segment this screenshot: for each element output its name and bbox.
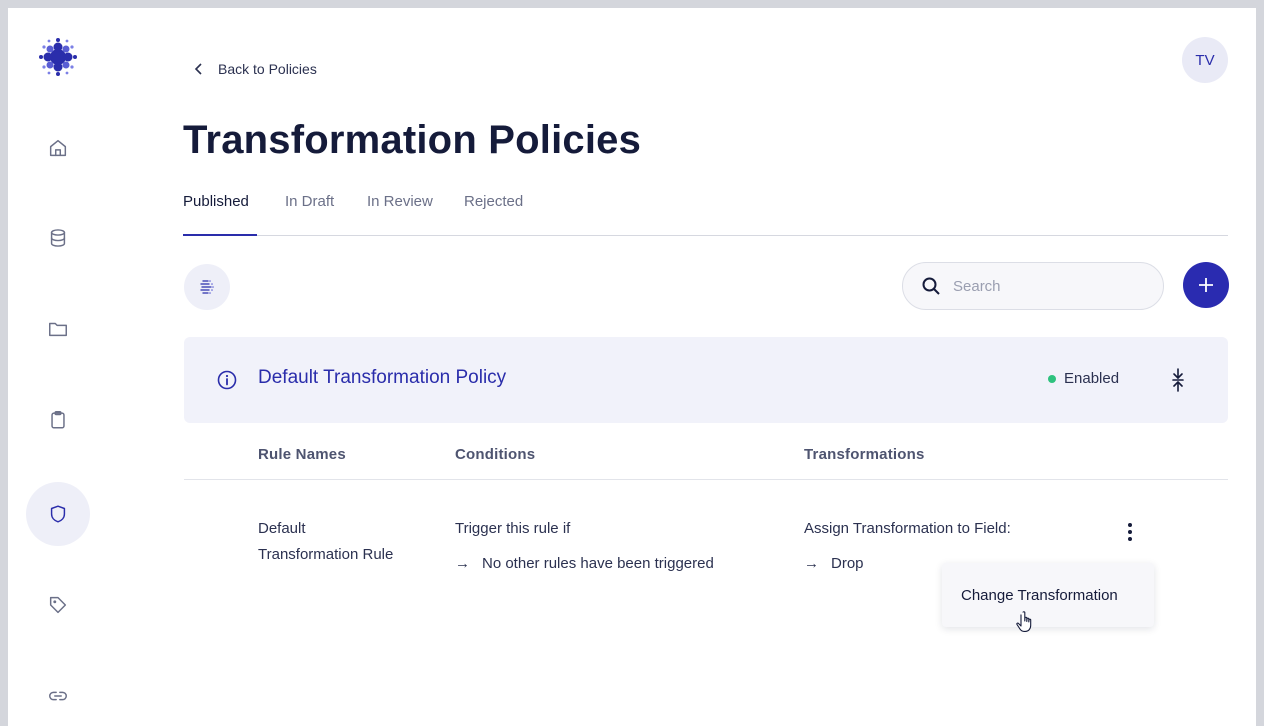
collapse-icon[interactable] [1168,367,1188,393]
folder-icon [49,322,67,337]
sidebar-item-folder[interactable] [26,297,90,361]
plus-icon [1199,278,1213,292]
hand-cursor-icon [1016,611,1032,632]
filter-icon [200,280,214,294]
clipboard-icon [51,411,65,429]
transformation-text: Drop [831,555,864,572]
sidebar-item-home[interactable] [26,116,90,180]
status-badge: Enabled [1048,370,1119,387]
condition-cell: Trigger this rule if → No other rules hav… [455,516,714,577]
status-dot [1048,374,1056,383]
tab-in-draft[interactable]: In Draft [285,192,334,235]
arrow-right-icon: → [804,555,819,572]
search-icon [922,277,940,295]
sidebar-item-policies[interactable] [26,482,90,546]
column-header-transformations: Transformations [804,446,925,463]
status-label: Enabled [1064,370,1120,387]
home-icon [49,139,67,157]
rule-name-line: Transformation Rule [258,546,394,563]
rule-name-cell: Default Transformation Rule [258,516,393,568]
sidebar-item-tags[interactable] [26,573,90,637]
tab-in-review[interactable]: In Review [367,192,433,235]
tab-published[interactable]: Published [183,192,257,236]
tab-rejected[interactable]: Rejected [464,192,523,235]
logo-icon [39,38,77,76]
sidebar [8,8,110,726]
sidebar-item-database[interactable] [26,206,90,270]
transformation-intro: Assign Transformation to Field: [804,520,1011,537]
more-options-icon[interactable] [1122,520,1138,544]
condition-intro: Trigger this rule if [455,520,571,537]
search-box[interactable] [902,262,1164,310]
page-title: Transformation Policies [183,118,642,162]
arrow-right-icon: → [455,555,470,572]
back-link-label: Back to Policies [218,61,317,77]
rule-name-line: Default [258,520,306,537]
link-icon [49,691,67,701]
sidebar-item-links[interactable] [26,664,90,726]
policy-card: Default Transformation Policy Enabled [184,337,1228,423]
sidebar-item-clipboard[interactable] [26,388,90,452]
app-window: Back to Policies TV Transformation Polic… [8,8,1256,726]
column-header-rule-names: Rule Names [258,446,346,463]
chevron-left-icon [194,63,202,75]
context-menu: Change Transformation [942,563,1154,627]
shield-icon [50,505,66,523]
filter-button[interactable] [184,264,230,310]
policy-name[interactable]: Default Transformation Policy [258,367,506,389]
table-header: Rule Names Conditions Transformations [184,432,1228,480]
condition-item: → No other rules have been triggered [455,551,714,577]
search-input[interactable] [953,277,1133,295]
menu-item-change-transformation[interactable]: Change Transformation [961,587,1118,604]
avatar[interactable]: TV [1182,37,1228,83]
condition-text: No other rules have been triggered [482,555,714,572]
column-header-conditions: Conditions [455,446,536,463]
tag-icon [49,596,67,614]
back-link[interactable]: Back to Policies [194,59,317,79]
info-icon[interactable] [216,369,238,391]
tab-bar: Published In Draft In Review Rejected [183,192,1228,236]
add-policy-button[interactable] [1183,262,1229,308]
database-icon [50,229,66,247]
